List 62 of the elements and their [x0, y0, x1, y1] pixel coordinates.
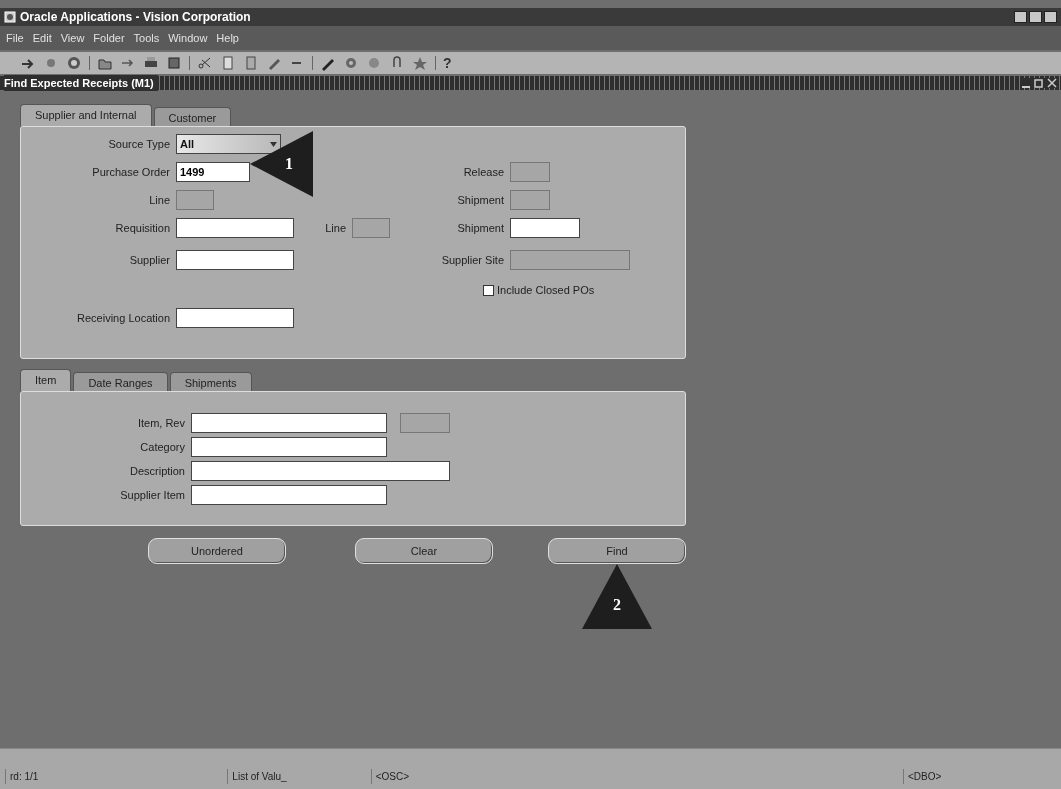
field-label: Supplier Item: [119, 487, 186, 503]
status-text: List of Valu_: [227, 769, 291, 784]
input-field[interactable]: 1499: [176, 162, 250, 182]
action-button[interactable]: Unordered: [148, 538, 286, 564]
menu-item[interactable]: Help: [216, 29, 239, 47]
field-label: Category: [139, 439, 186, 455]
field-label: Description: [128, 463, 186, 479]
input-field[interactable]: [510, 218, 580, 238]
field-label: Supplier Site: [440, 252, 505, 268]
tab[interactable]: Supplier and Internal: [20, 104, 152, 126]
status-text: <DBO>: [903, 769, 946, 784]
menu-item[interactable]: View: [60, 29, 85, 47]
input-field[interactable]: [191, 437, 387, 457]
tab[interactable]: Item: [20, 369, 72, 391]
input-field[interactable]: [191, 485, 387, 505]
menu-item[interactable]: Folder: [93, 29, 125, 47]
field-label: Purchase Order: [91, 164, 171, 180]
field-label: Receiving Location: [76, 310, 171, 326]
maximize-button[interactable]: [1029, 11, 1042, 23]
input-field[interactable]: [191, 413, 387, 433]
field-label: Shipment: [456, 192, 505, 208]
field-label: Source Type: [107, 136, 171, 152]
square-icon[interactable]: [166, 55, 182, 71]
field-label: Release: [462, 164, 505, 180]
menu-item[interactable]: Tools: [133, 29, 160, 47]
field-label: Line: [148, 192, 171, 208]
caret-icon: [270, 141, 277, 147]
ring-icon[interactable]: [343, 55, 359, 71]
input-field[interactable]: [176, 218, 294, 238]
form-title: Find Expected Receipts (M1): [4, 74, 158, 92]
app-icon: [4, 11, 16, 23]
field-label: Item, Rev: [136, 415, 186, 431]
close-button[interactable]: [1044, 11, 1057, 23]
status-text: rd: 1/1: [5, 769, 43, 784]
restore-icon[interactable]: [1034, 78, 1044, 88]
star-icon[interactable]: [412, 55, 428, 71]
action-button[interactable]: Find: [548, 538, 686, 564]
tab[interactable]: Customer: [153, 107, 232, 126]
action-button[interactable]: Clear: [355, 538, 493, 564]
dropdown-field[interactable]: All: [176, 134, 281, 154]
tab[interactable]: Date Ranges: [73, 372, 168, 391]
field-label: Line: [324, 220, 347, 236]
help-button[interactable]: ?: [443, 52, 452, 74]
field-label: Supplier: [128, 252, 171, 268]
input-field[interactable]: [176, 250, 294, 270]
ring-icon[interactable]: [66, 55, 82, 71]
callout-marker: 2: [582, 564, 652, 629]
page-icon[interactable]: [220, 55, 236, 71]
input-field[interactable]: [191, 461, 450, 481]
minimize-button[interactable]: [1014, 11, 1027, 23]
tab[interactable]: Shipments: [169, 372, 252, 391]
input-field[interactable]: [176, 308, 294, 328]
scissors-icon[interactable]: [197, 55, 213, 71]
close-icon[interactable]: [1047, 78, 1057, 88]
field-label: Shipment: [456, 220, 505, 236]
menu-item[interactable]: File: [6, 29, 24, 47]
status-text: <OSC>: [370, 769, 413, 784]
menu-item[interactable]: Window: [168, 29, 208, 47]
window-title: Oracle Applications - Vision Corporation: [20, 9, 251, 26]
menu-item[interactable]: Edit: [32, 29, 52, 47]
checkbox-option[interactable]: Include Closed POs: [397, 281, 640, 299]
field-label: Requisition: [114, 220, 171, 236]
